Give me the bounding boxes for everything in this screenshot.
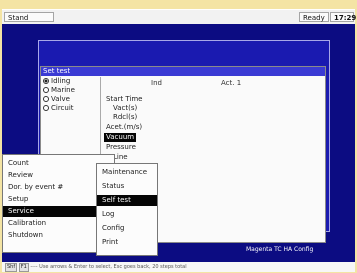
list-row[interactable]: Vact(s) bbox=[111, 104, 139, 113]
column-header-act: Act. 1 bbox=[221, 79, 242, 87]
submenu-item-status[interactable]: Status bbox=[97, 181, 157, 192]
radio-label: Idling bbox=[51, 77, 71, 85]
submenu-item-maintenance[interactable]: Maintenance bbox=[97, 167, 157, 178]
radio-icon bbox=[43, 96, 49, 102]
list-row[interactable]: Acet.(m/s) bbox=[104, 123, 144, 132]
key-f1: F1 bbox=[18, 263, 29, 272]
menu-item-label: Shutdown bbox=[8, 231, 43, 239]
menu-item-label: Dor. by event # bbox=[8, 183, 64, 191]
footer-note: Magenta TC HA Config bbox=[246, 246, 314, 253]
submenu-item-self-test[interactable]: Self test bbox=[97, 195, 157, 206]
list-row-selected[interactable]: Vacuum bbox=[104, 133, 137, 142]
radio-valve[interactable]: Valve bbox=[43, 95, 70, 103]
radio-icon bbox=[43, 105, 49, 111]
dialog-title: Set test bbox=[41, 67, 325, 76]
radio-icon bbox=[43, 87, 49, 93]
menu-item-label: Count bbox=[8, 159, 29, 167]
submenu-item-config[interactable]: Config bbox=[97, 223, 157, 234]
list-row[interactable]: Rdcl(s) bbox=[111, 113, 139, 122]
submenu-item-print[interactable]: Print bbox=[97, 237, 157, 248]
list-row[interactable]: Start Time bbox=[104, 95, 144, 104]
list-row[interactable]: Pressure bbox=[104, 143, 138, 152]
menu-item-label: Calibration bbox=[8, 219, 47, 227]
clock-field: 17:29 bbox=[330, 12, 356, 22]
radio-label: Marine bbox=[51, 86, 75, 94]
radio-idling[interactable]: Idling bbox=[43, 77, 70, 85]
radio-label: Valve bbox=[51, 95, 70, 103]
submenu-item-log[interactable]: Log bbox=[97, 209, 157, 220]
radio-selected-icon bbox=[43, 78, 49, 84]
menu-item-label: Review bbox=[8, 171, 33, 179]
radio-marine[interactable]: Marine bbox=[43, 86, 75, 94]
menu-item-label: Setup bbox=[8, 195, 29, 203]
radio-label: Circuit bbox=[51, 104, 74, 112]
mode-field: Stand bbox=[4, 12, 54, 22]
help-bar: Shf F1 ---- Use arrows & Enter to select… bbox=[2, 262, 355, 272]
app-screen: Stand Ready 17:29 Set test Idling Marine… bbox=[0, 0, 357, 273]
radio-group: Idling Marine Valve Circuit bbox=[43, 77, 97, 127]
radio-circuit[interactable]: Circuit bbox=[43, 104, 74, 112]
service-submenu: Maintenance Status Self test Log Config … bbox=[96, 163, 158, 256]
help-hint: ---- Use arrows & Enter to select, Esc g… bbox=[30, 264, 187, 270]
menu-item-label: Service bbox=[8, 207, 34, 215]
column-header-ind: Ind bbox=[151, 79, 162, 87]
key-shift: Shf bbox=[5, 263, 18, 272]
ready-field: Ready bbox=[299, 12, 329, 22]
